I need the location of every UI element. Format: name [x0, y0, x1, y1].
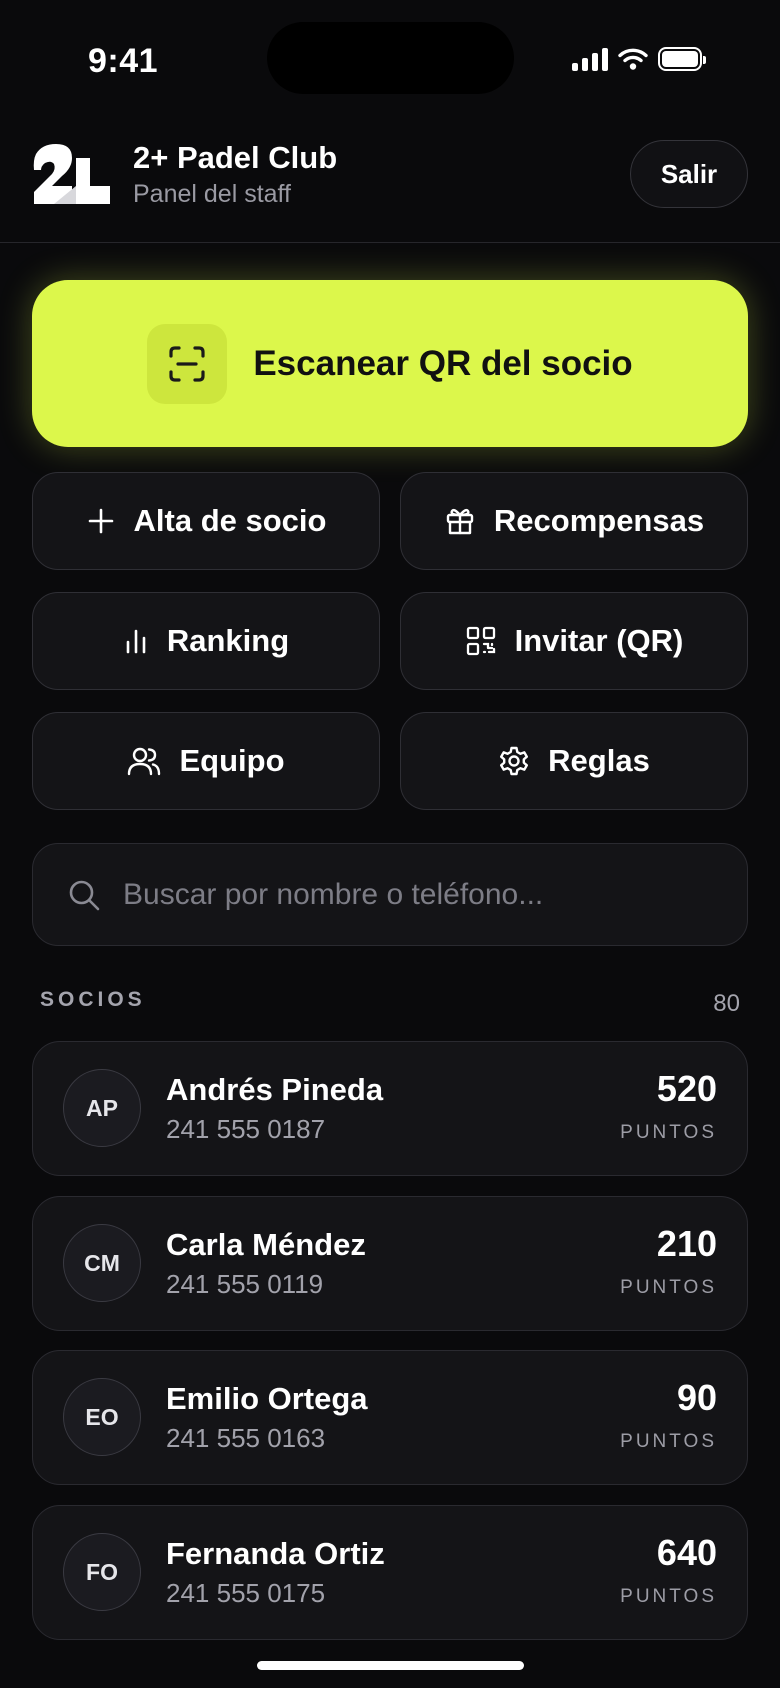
- avatar: FO: [63, 1533, 141, 1611]
- ranking-button[interactable]: Ranking: [32, 592, 380, 690]
- add-member-button[interactable]: Alta de socio: [32, 472, 380, 570]
- search-bar[interactable]: [32, 843, 748, 946]
- status-icons: [572, 44, 706, 74]
- search-input[interactable]: [123, 877, 683, 912]
- member-points: 210: [656, 1223, 717, 1264]
- qr-scan-icon: [147, 323, 228, 404]
- wifi-icon: [618, 48, 648, 70]
- member-card[interactable]: FO Fernanda Ortiz 241 555 0175 640 PUNTO…: [32, 1505, 748, 1640]
- dynamic-island: [267, 22, 514, 94]
- members-count: 80: [713, 990, 740, 1017]
- member-card[interactable]: CM Carla Méndez 241 555 0119 210 PUNTOS: [32, 1196, 748, 1331]
- member-card[interactable]: EO Emilio Ortega 241 555 0163 90 PUNTOS: [32, 1350, 748, 1485]
- invite-qr-label: Invitar (QR): [514, 623, 684, 658]
- status-time: 9:41: [88, 42, 159, 80]
- home-indicator[interactable]: [257, 1661, 524, 1670]
- plus-icon: [88, 508, 113, 534]
- panel-subtitle: Panel del staff: [133, 180, 291, 208]
- points-label: PUNTOS: [620, 1586, 717, 1607]
- rewards-label: Recompensas: [493, 503, 705, 538]
- rules-button[interactable]: Reglas: [400, 712, 748, 810]
- member-points: 520: [656, 1068, 717, 1109]
- points-label: PUNTOS: [620, 1277, 717, 1298]
- member-phone: 241 555 0187: [166, 1114, 326, 1144]
- scan-qr-label: Escanear QR del socio: [253, 343, 633, 383]
- member-phone: 241 555 0163: [166, 1423, 326, 1453]
- member-phone: 241 555 0175: [166, 1578, 326, 1608]
- battery-icon: [658, 47, 706, 71]
- points-label: PUNTOS: [620, 1431, 717, 1452]
- member-points: 640: [656, 1532, 717, 1573]
- users-icon: [128, 747, 161, 776]
- member-card[interactable]: AP Andrés Pineda 241 555 0187 520 PUNTOS: [32, 1041, 748, 1176]
- member-name: Andrés Pineda: [166, 1072, 384, 1107]
- invite-qr-button[interactable]: Invitar (QR): [400, 592, 748, 690]
- member-name: Fernanda Ortiz: [166, 1536, 385, 1571]
- rewards-button[interactable]: Recompensas: [400, 472, 748, 570]
- ranking-label: Ranking: [166, 623, 290, 658]
- team-label: Equipo: [179, 743, 285, 778]
- member-phone: 241 555 0119: [166, 1269, 324, 1299]
- rules-label: Reglas: [548, 743, 650, 778]
- cellular-signal-icon: [572, 47, 608, 71]
- bar-chart-icon: [126, 629, 146, 654]
- points-label: PUNTOS: [620, 1122, 717, 1143]
- avatar: AP: [63, 1069, 141, 1147]
- qr-code-icon: [466, 626, 495, 656]
- add-member-label: Alta de socio: [133, 503, 327, 538]
- member-name: Carla Méndez: [166, 1227, 366, 1262]
- gear-icon: [500, 746, 529, 776]
- scan-qr-button[interactable]: Escanear QR del socio: [32, 280, 748, 447]
- logout-button[interactable]: Salir: [630, 140, 748, 208]
- search-icon: [69, 880, 100, 910]
- team-button[interactable]: Equipo: [32, 712, 380, 810]
- avatar: EO: [63, 1378, 141, 1456]
- members-section-title: SOCIOS: [40, 988, 146, 1011]
- member-points: 90: [676, 1377, 717, 1418]
- member-name: Emilio Ortega: [166, 1381, 368, 1416]
- avatar: CM: [63, 1224, 141, 1302]
- club-name: 2+ Padel Club: [133, 140, 338, 175]
- club-logo: [33, 144, 110, 204]
- app-header: 2+ Padel Club Panel del staff Salir: [0, 120, 780, 243]
- gift-icon: [446, 508, 474, 535]
